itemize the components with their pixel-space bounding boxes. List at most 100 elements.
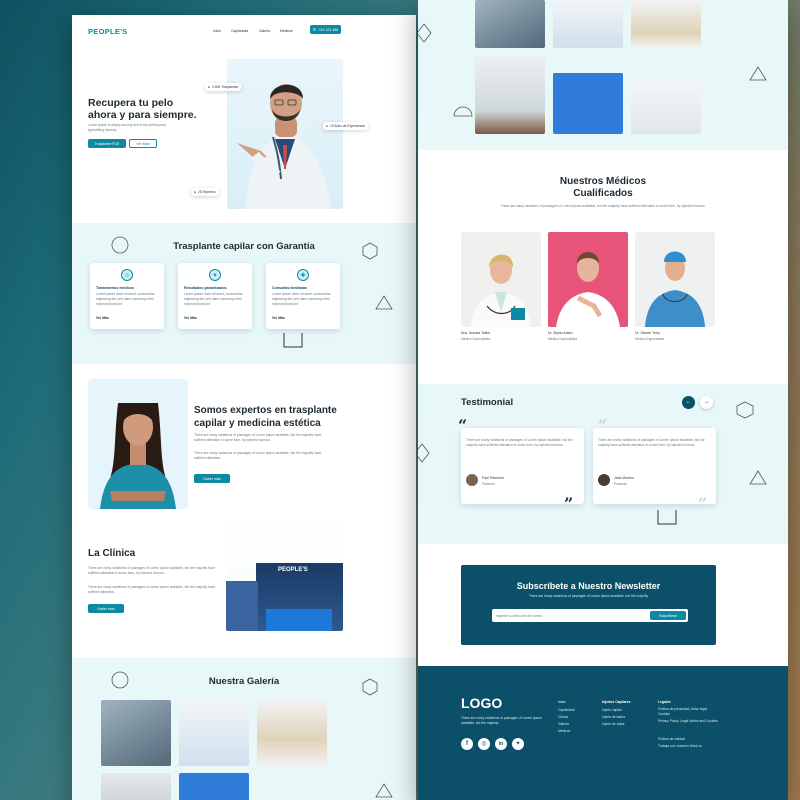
- nav-link-capilaridad[interactable]: Capilaridad: [231, 29, 248, 33]
- expertos-title-line2: capilar y medicina estética: [194, 418, 321, 429]
- doctor-name: Dr. Steven Terry: [635, 331, 661, 335]
- gallery-photo-clinic-room[interactable]: [631, 82, 701, 134]
- doctor-photo-jessica[interactable]: [461, 232, 541, 327]
- doctor-name: Dr. Bryan Adam: [548, 331, 573, 335]
- diamond-shape-decoration: [418, 23, 432, 43]
- clinica-paragraph-2: There are many variations of passages of…: [88, 585, 216, 594]
- footer-link-medicos[interactable]: Médicos: [558, 729, 570, 733]
- landing-page-right: Nuestros Médicos Cualificados There are …: [418, 0, 788, 800]
- footer: [418, 666, 788, 800]
- footer-link-injerto-cejas[interactable]: Injerto de cejas: [602, 722, 624, 726]
- service-card-text: Lorem ipsum dolor sit amet, consectetur …: [184, 292, 243, 306]
- doctor-jessica-illustration: [471, 254, 531, 327]
- quote-open-icon: “: [598, 416, 608, 435]
- footer-logo[interactable]: LOGO: [461, 695, 502, 711]
- hero-primary-button[interactable]: Trasplante FUE: [88, 139, 126, 148]
- footer-link-injerto-barba[interactable]: Injerto de barba: [602, 715, 625, 719]
- hero-secondary-button[interactable]: Ver Más: [129, 139, 157, 148]
- service-card-link[interactable]: Ver Más: [272, 316, 285, 320]
- doctor-steven-illustration: [645, 251, 705, 327]
- site-logo[interactable]: PEOPLE'S: [88, 27, 128, 36]
- hero-badge-experts: ● 25 Expertos: [191, 188, 219, 196]
- footer-col3-title: Legales: [658, 700, 671, 704]
- doctor-name: Dra. Jessica Tailler: [461, 331, 491, 335]
- hero-badge-experience-label: 15 Años de Experiencia: [330, 124, 365, 128]
- avatar: [598, 474, 610, 486]
- newsletter-title: Subscríbete a Nuestro Newsletter: [516, 581, 661, 591]
- chat-icon: ✚: [297, 269, 309, 281]
- hero-title-line1: Recupera tu pelo: [88, 97, 174, 109]
- linkedin-icon[interactable]: in: [495, 738, 507, 750]
- testimonial-text: There are many variations of passages of…: [466, 438, 573, 447]
- footer-link-capilaridad[interactable]: Capilaridad: [558, 708, 575, 712]
- doctor-role: Médico Especialista: [635, 337, 665, 341]
- doctor-bryan-illustration: [556, 252, 620, 327]
- gallery-photo-patient[interactable]: [101, 700, 171, 766]
- newsletter-subscribe-button[interactable]: Suscribirse: [650, 611, 686, 620]
- nav-link-inicio[interactable]: Inicio: [213, 29, 221, 33]
- gallery-photo-lobby[interactable]: [101, 773, 171, 800]
- gallery-photo-equipment[interactable]: [179, 773, 249, 800]
- team-icon: ●: [194, 190, 196, 194]
- medicos-title-line1: Nuestros Médicos: [559, 176, 647, 187]
- twitter-icon[interactable]: ✦: [512, 738, 524, 750]
- facebook-icon[interactable]: f: [461, 738, 473, 750]
- triangle-shape-decoration: [749, 66, 767, 81]
- clinica-title: La Clínica: [88, 548, 136, 559]
- gallery-photo-equipment[interactable]: [553, 73, 623, 134]
- footer-link-injerto-capilar[interactable]: Injerto capilar: [602, 708, 622, 712]
- nav-link-medicos[interactable]: Médicos: [280, 29, 293, 33]
- footer-text: There are many variations of passages of…: [461, 716, 542, 726]
- gallery-photo-lobby[interactable]: [475, 56, 545, 134]
- footer-link-legal-en[interactable]: Privacy Policy, Legal Notice and Cookies: [658, 719, 718, 724]
- service-card-tratamientos[interactable]: ☺ Tratamientos médicos Lorem ipsum dolor…: [90, 263, 164, 329]
- service-card-link[interactable]: Ver Más: [184, 316, 197, 320]
- gallery-photo-surgery[interactable]: [179, 700, 249, 766]
- carousel-next-button[interactable]: →: [700, 396, 713, 409]
- service-card-resultados[interactable]: ✦ Resultados garantizados Lorem ipsum do…: [178, 263, 252, 329]
- service-card-title: Tratamientos médicos: [96, 286, 134, 290]
- phone-button[interactable]: ✆ +34 123 456: [310, 25, 341, 34]
- triangle-shape-decoration: [375, 295, 393, 310]
- gallery-photo-room[interactable]: [257, 700, 327, 766]
- carousel-prev-button[interactable]: ←: [682, 396, 695, 409]
- footer-link-trabaja[interactable]: Trabaja con nosotros Work us: [658, 744, 722, 748]
- service-card-link[interactable]: Ver Más: [96, 316, 109, 320]
- blue-glass-panel: [266, 609, 332, 631]
- gallery-photo-patient[interactable]: [475, 0, 545, 48]
- quote-close-icon: ”: [698, 494, 708, 513]
- gallery-photo-surgery[interactable]: [553, 0, 623, 48]
- service-card-consultas[interactable]: ✚ Consultas ilimitadas Lorem ipsum dolor…: [266, 263, 340, 329]
- gallery-photo-room[interactable]: [631, 0, 701, 48]
- doctor-photo-bryan[interactable]: [548, 232, 628, 327]
- hero-badge-experts-label: 25 Expertos: [198, 190, 216, 194]
- footer-link-clinica[interactable]: Clínica: [558, 715, 568, 719]
- award-icon: ✦: [209, 269, 221, 281]
- footer-link-inicio[interactable]: Inicio: [558, 700, 566, 704]
- newsletter-email-input[interactable]: [496, 611, 636, 620]
- nav-link-galeria[interactable]: Galería: [259, 29, 270, 33]
- expertos-paragraph-1: There are many variations of passages of…: [194, 433, 322, 442]
- testimonial-name: Paul Peterson: [482, 476, 504, 480]
- expertos-title-line1: Somos expertos en trasplante: [194, 405, 337, 416]
- avatar: [466, 474, 478, 486]
- footer-link-calidad[interactable]: Política de calidad: [658, 737, 685, 741]
- service-card-text: Lorem ipsum dolor sit amet, consectetur …: [96, 292, 155, 306]
- semicircle-shape-decoration: [453, 106, 473, 117]
- footer-link-legal-es[interactable]: Política de privacidad, Aviso legal, Coo…: [658, 707, 718, 717]
- hero-title-line2: ahora y para siempre.: [88, 109, 197, 121]
- testimonial-role: Paciente: [482, 482, 495, 486]
- medicos-subtitle: There are many variations of passages of…: [500, 204, 706, 208]
- expertos-button[interactable]: Saber más: [194, 474, 230, 483]
- footer-link-galeria[interactable]: Galería: [558, 722, 569, 726]
- service-card-title: Consultas ilimitadas: [272, 286, 307, 290]
- hero-image: [227, 59, 343, 209]
- clinica-button[interactable]: Saber más: [88, 604, 124, 613]
- medicos-title-line2: Cualificados: [573, 188, 633, 199]
- galeria-title: Nuestra Galería: [208, 676, 280, 687]
- hero-badge-experience: ● 15 Años de Experiencia: [323, 122, 368, 130]
- footer-col2-title: Injertos Capilares: [602, 700, 631, 704]
- doctor-photo-steven[interactable]: [635, 232, 715, 327]
- instagram-icon[interactable]: ◎: [478, 738, 490, 750]
- testimonial-text: There are many variations of passages of…: [598, 438, 705, 447]
